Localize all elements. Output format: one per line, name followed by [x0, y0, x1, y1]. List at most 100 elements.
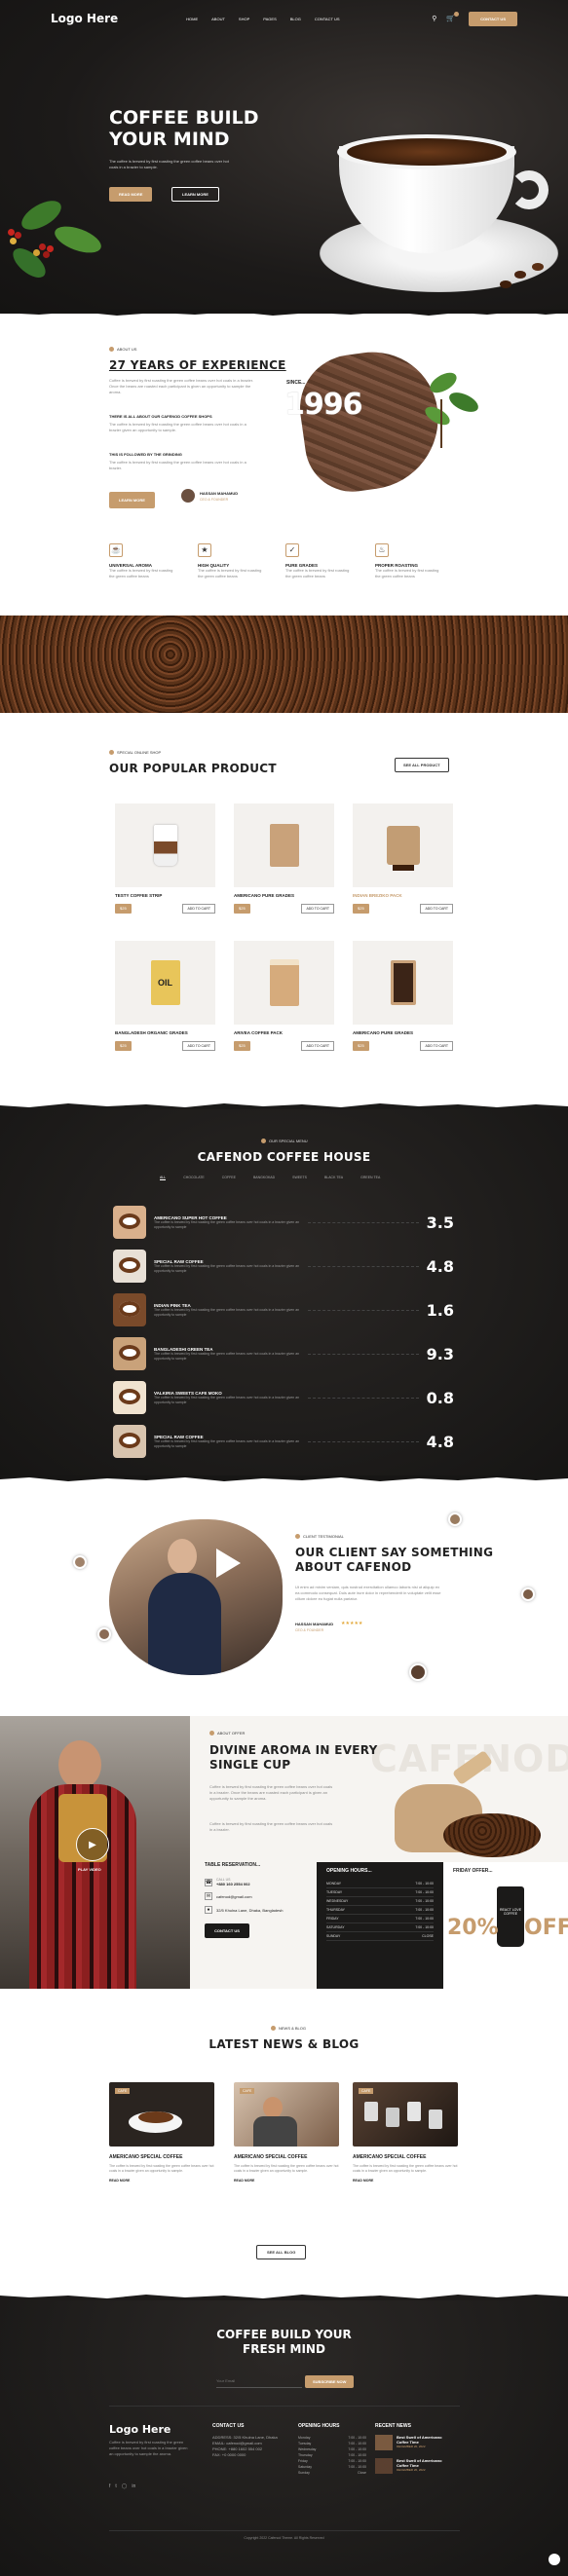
hero-learn-more-button[interactable]: LEARN MORE: [171, 187, 219, 202]
product-card[interactable]: INDIAN BREZIKO PACK $25 ADD TO CART: [353, 803, 453, 920]
testimonial-title-line2: ABOUT CAFENOD: [295, 1560, 412, 1574]
nav-contact-button[interactable]: CONTACT US: [469, 11, 517, 26]
reservation-contact-button[interactable]: CONTACT US: [205, 1923, 249, 1938]
news-image: CAFE: [234, 2082, 339, 2147]
tab-green-tea[interactable]: GREEN TEA: [360, 1176, 380, 1180]
cart-icon[interactable]: 🛒: [446, 12, 460, 22]
feature-text: The coffee is brewed by first roasting t…: [285, 568, 350, 579]
product-name: TESTY COFFEE STRIP: [115, 893, 163, 898]
play-video-button[interactable]: ▶: [76, 1828, 109, 1861]
tab-bangkokad[interactable]: BANGKOKAD: [253, 1176, 275, 1180]
nav-link-shop[interactable]: SHOP: [239, 17, 249, 21]
nav-link-home[interactable]: HOME: [186, 17, 198, 21]
nav-link-pages[interactable]: PAGES: [263, 17, 277, 21]
tab-black-tea[interactable]: BLACK TEA: [324, 1176, 343, 1180]
product-card[interactable]: AMERICANO PURE GRADES $25 ADD TO CART: [353, 941, 453, 1058]
facebook-icon[interactable]: f: [109, 2483, 110, 2489]
tab-chocolate[interactable]: CHOCOLATE: [183, 1176, 205, 1180]
recent-news-title[interactable]: Best Swell of Americano Coffee Time: [397, 2458, 455, 2468]
offer-title: DIVINE AROMA IN EVERY SINGLE CUP: [209, 1743, 378, 1773]
search-icon[interactable]: ⚲: [432, 15, 436, 22]
friday-offer-title: FRIDAY OFFER...: [453, 1868, 493, 1874]
product-card[interactable]: AMERICANO PURE GRADES $25 ADD TO CART: [234, 803, 334, 920]
tab-coffee[interactable]: COFFEE: [222, 1176, 236, 1180]
add-to-cart-button[interactable]: ADD TO CART: [182, 1041, 215, 1051]
recent-news-item[interactable]: Best Swell of Americano Coffee Time DECEM…: [375, 2435, 463, 2450]
menu-item[interactable]: SPECIAL RAW COFFEE The coffee is brewed b…: [113, 1249, 454, 1284]
feature-proper-roasting: ♨ PROPER ROASTING The coffee is brewed b…: [375, 543, 453, 579]
torn-edge: [0, 1475, 568, 1481]
nav-link-contact[interactable]: CONTACT US: [315, 17, 340, 21]
footer-news-title: RECENT NEWS: [375, 2423, 411, 2429]
read-more-link[interactable]: READ MORE: [109, 2179, 214, 2183]
news-card[interactable]: CAFE AMERICANO SPECIAL COFFEE The coffee…: [109, 2082, 214, 2183]
features-row: ☕ UNIVERSAL AROMA The coffee is brewed b…: [0, 543, 568, 602]
about-learn-more-button[interactable]: LEARN MORE: [109, 492, 155, 508]
offer-title-line2: SINGLE CUP: [209, 1758, 291, 1772]
menu-item[interactable]: AMERICANO SUPER HOT COFFEE The coffee is …: [113, 1205, 454, 1240]
news-card-title[interactable]: AMERICANO SPECIAL COFFEE: [353, 2154, 458, 2160]
about-section: ABOUT US 27 YEARS OF EXPERIENCE Coffee i…: [0, 341, 568, 536]
add-to-cart-button[interactable]: ADD TO CART: [182, 904, 215, 914]
menu-item[interactable]: SPECIAL RAW COFFEE The coffee is brewed b…: [113, 1424, 454, 1459]
footer-contact-line: FAX: +0 0000 0000: [212, 2452, 246, 2457]
opening-hours-row: SATURDAY 7:00 - 10:00: [326, 1923, 434, 1932]
news-card-title[interactable]: AMERICANO SPECIAL COFFEE: [109, 2154, 214, 2160]
hero-text: The coffee is brewed by first roasting t…: [109, 159, 229, 169]
product-card[interactable]: OIL BANGLADESH ORGANIC GRADES $25 ADD TO …: [115, 941, 215, 1058]
about-paragraph-2: The coffee is brewed by first roasting t…: [109, 422, 246, 432]
add-to-cart-button[interactable]: ADD TO CART: [420, 904, 453, 914]
opening-hours-row: MONDAY 7:00 - 10:00: [326, 1880, 434, 1888]
feature-text: The coffee is brewed by first roasting t…: [198, 568, 262, 579]
menu-item-price: 1.6: [426, 1300, 454, 1320]
logo[interactable]: Logo Here: [51, 12, 118, 25]
product-card[interactable]: ARIVEA COFFEE PACK $25 ADD TO CART: [234, 941, 334, 1058]
mail-icon: ✉: [205, 1892, 212, 1900]
opening-day: TUESDAY: [326, 1890, 343, 1894]
see-all-blog-button[interactable]: SEE ALL BLOG: [256, 2245, 307, 2259]
products-title: OUR POPULAR PRODUCT: [109, 762, 277, 775]
menu-item[interactable]: VALKIRIA SWEETS CAFE MOKO The coffee is b…: [113, 1380, 454, 1415]
subscribe-button[interactable]: SUBSCRIBE NOW: [305, 2375, 355, 2388]
opening-time: 7:00 - 10:00: [415, 1899, 434, 1903]
linkedin-icon[interactable]: in: [132, 2483, 135, 2489]
about-title: 27 YEARS OF EXPERIENCE: [109, 358, 286, 372]
twitter-icon[interactable]: t: [115, 2483, 116, 2489]
nav-link-about[interactable]: ABOUT: [211, 17, 225, 21]
menu-item[interactable]: BANGLADESHI GREEN TEA The coffee is brewe…: [113, 1336, 454, 1371]
testimonial-title-line1: OUR CLIENT SAY SOMETHING: [295, 1546, 494, 1559]
nav-link-blog[interactable]: BLOG: [290, 17, 301, 21]
footer-logo[interactable]: Logo Here: [109, 2423, 170, 2436]
scroll-top-button[interactable]: [549, 2554, 560, 2565]
opening-time: CLOSE: [422, 1934, 434, 1938]
address-value: 32/5 Khulna Lane, Dhaka, Bangladesh: [216, 1907, 284, 1913]
instagram-icon[interactable]: ◯: [122, 2483, 128, 2489]
news-title: LATEST NEWS & BLOG: [208, 2037, 360, 2051]
recent-news-item[interactable]: Best Swell of Americano Coffee Time DECEM…: [375, 2458, 463, 2474]
news-card[interactable]: CAFE AMERICANO SPECIAL COFFEE The coffee…: [353, 2082, 458, 2183]
read-more-link[interactable]: READ MORE: [353, 2179, 458, 2183]
news-card-title[interactable]: AMERICANO SPECIAL COFFEE: [234, 2154, 339, 2160]
email-value[interactable]: cafenod@gmail.com: [216, 1894, 252, 1899]
product-card[interactable]: TESTY COFFEE STRIP $25 ADD TO CART: [115, 803, 215, 920]
about-subtitle-1: THERE IS ALL ABOUT OUR CAFENOD COFFEE SH…: [109, 414, 212, 419]
footer-hours-column: OPENING HOURS Monday 7:00 - 10:00 Tuesday 7…: [298, 2423, 366, 2476]
news-card[interactable]: CAFE AMERICANO SPECIAL COFFEE The coffee…: [234, 2082, 339, 2183]
add-to-cart-button[interactable]: ADD TO CART: [301, 904, 334, 914]
tab-all[interactable]: ALL: [160, 1176, 167, 1180]
read-more-link[interactable]: READ MORE: [234, 2179, 339, 2183]
footer-cta-line1: COFFEE BUILD YOUR: [216, 2328, 352, 2341]
opening-time: 7:00 - 10:00: [415, 1890, 434, 1894]
add-to-cart-button[interactable]: ADD TO CART: [301, 1041, 334, 1051]
newsletter-email-input[interactable]: [216, 2374, 302, 2388]
see-all-products-button[interactable]: SEE ALL PRODUCT: [395, 758, 449, 772]
phone-value[interactable]: +880 160 2554 002: [216, 1882, 250, 1886]
product-image: [234, 803, 334, 887]
offer-paragraph-2: Coffee is brewed by first roasting the g…: [209, 1821, 333, 1832]
product-name: AMERICANO PURE GRADES: [353, 1030, 414, 1035]
menu-item[interactable]: INDIAN PINK TEA The coffee is brewed by f…: [113, 1292, 454, 1327]
opening-hours-row: THURSDAY 7:00 - 10:00: [326, 1906, 434, 1915]
add-to-cart-button[interactable]: ADD TO CART: [420, 1041, 453, 1051]
recent-news-title[interactable]: Best Swell of Americano Coffee Time: [397, 2435, 455, 2445]
tab-sweets[interactable]: SWEETS: [292, 1176, 307, 1180]
